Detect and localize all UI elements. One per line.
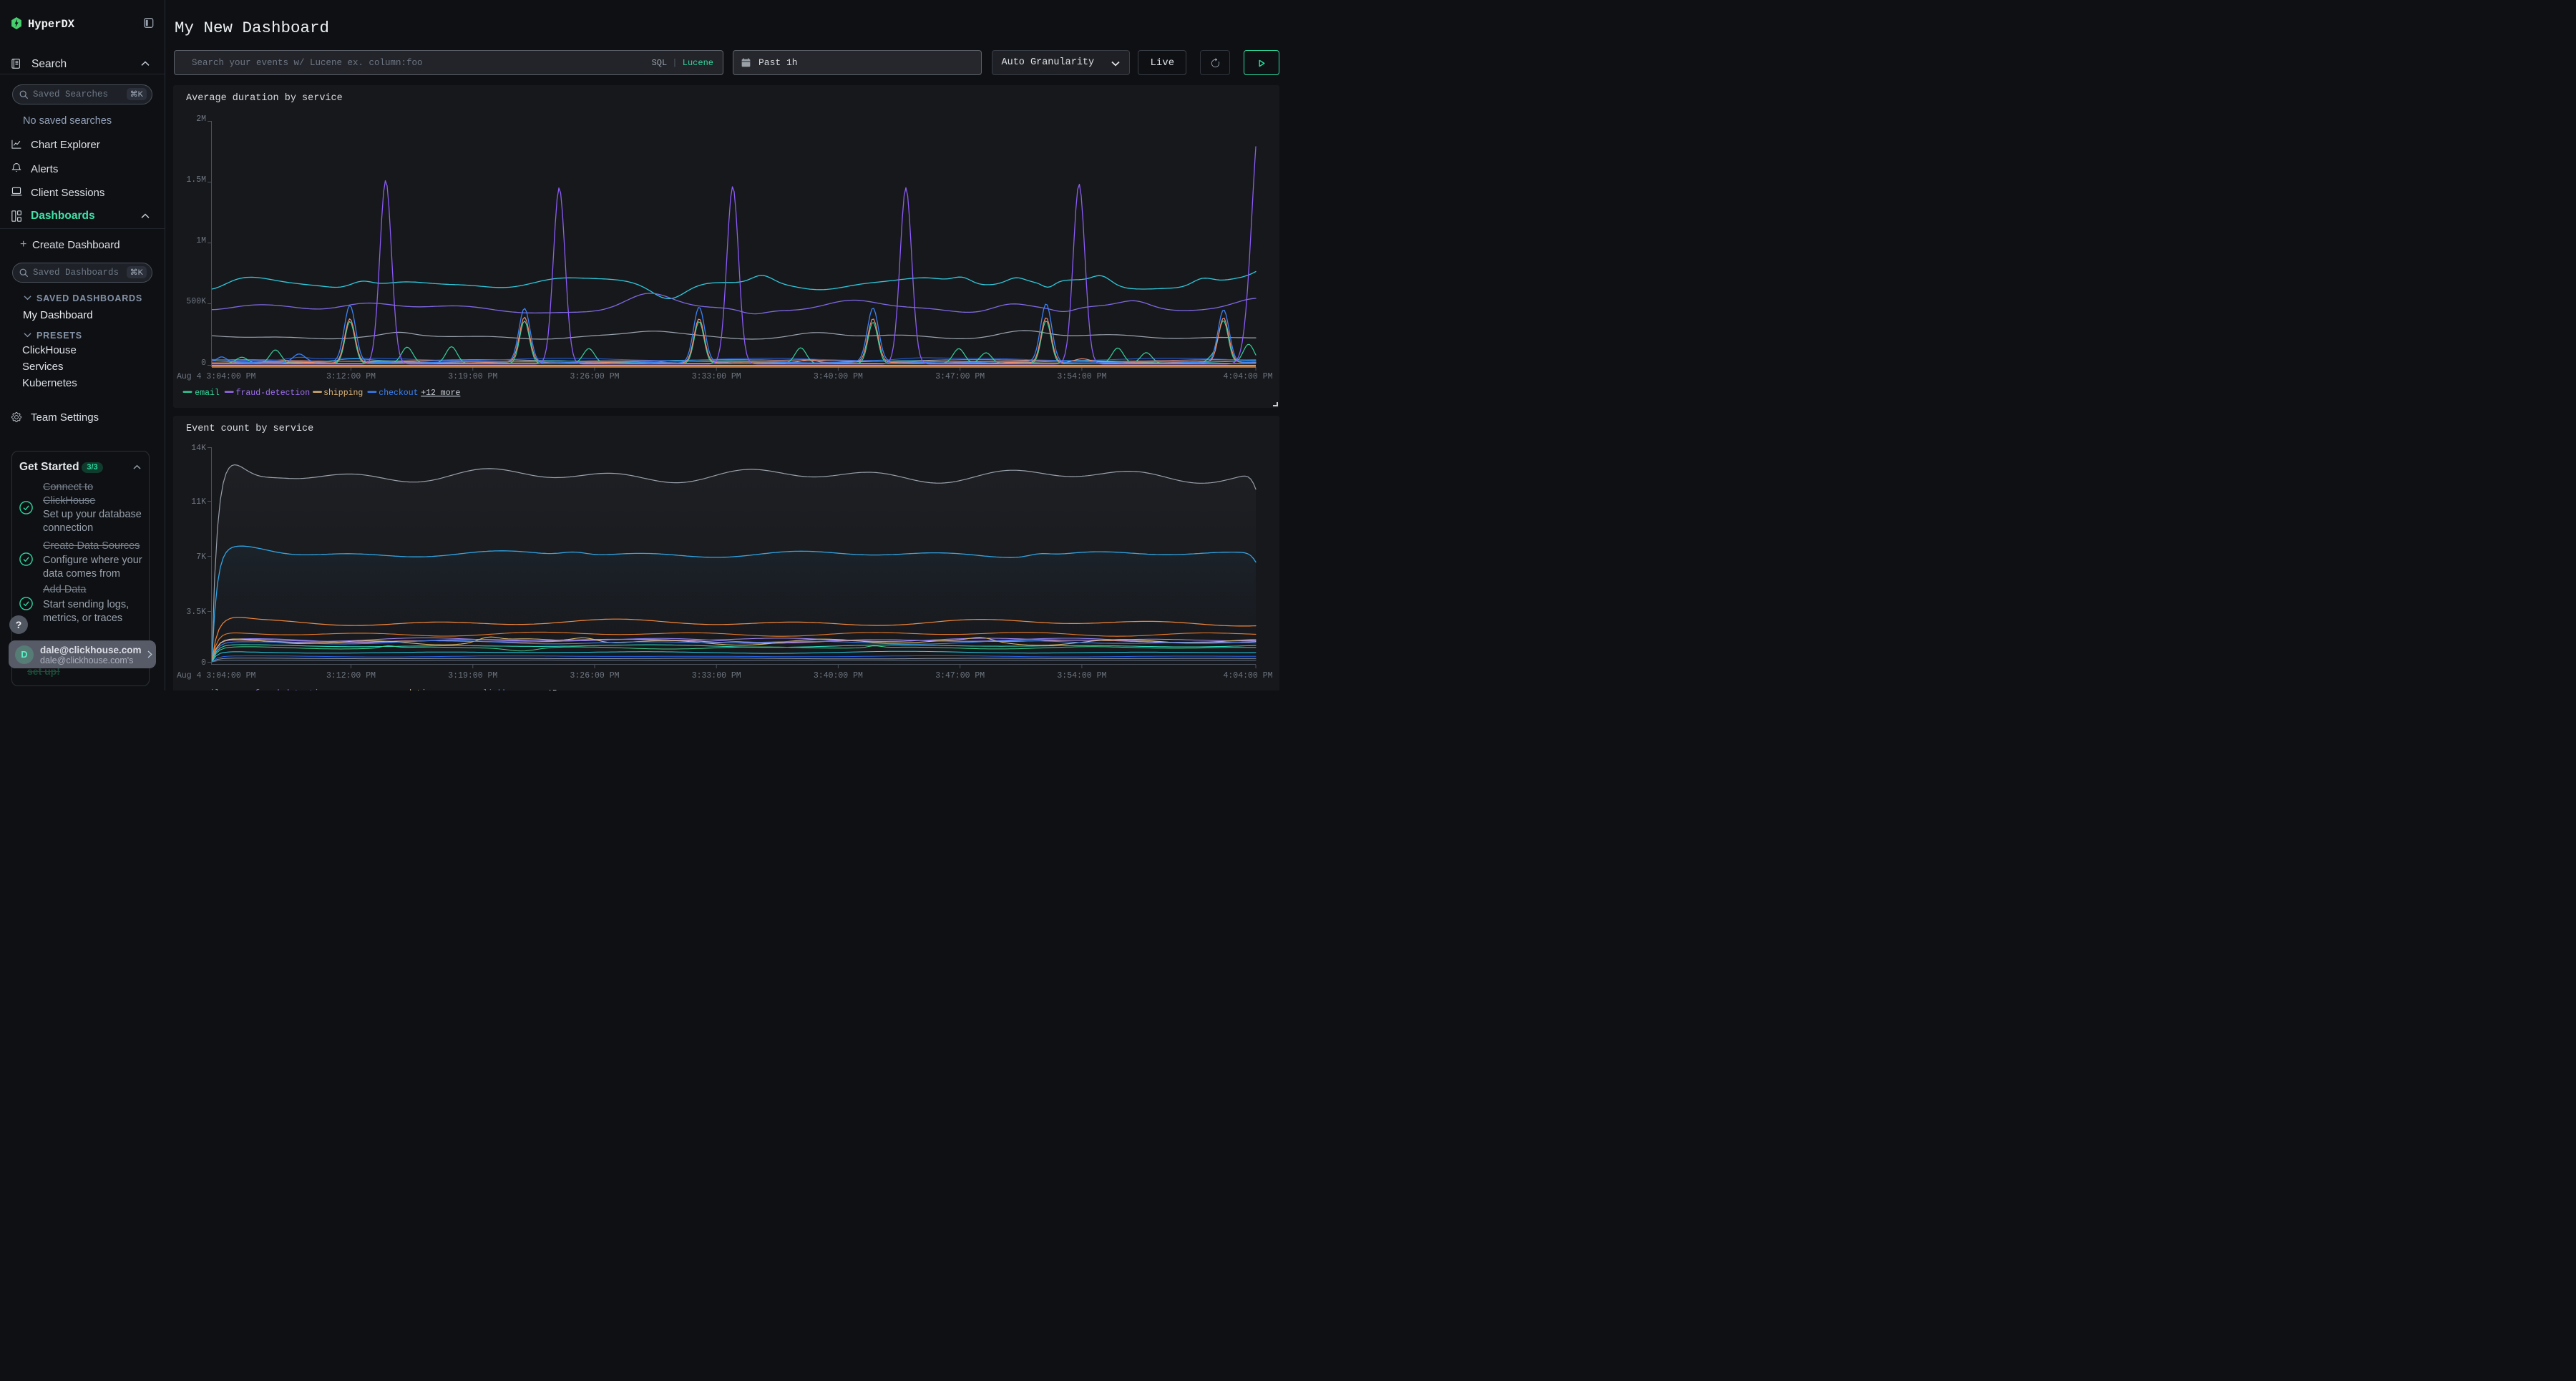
svg-text:3.5K: 3.5K — [186, 607, 206, 617]
svg-text:3:26:00 PM: 3:26:00 PM — [570, 671, 619, 680]
svg-text:1.5M: 1.5M — [186, 175, 206, 185]
svg-text:3:40:00 PM: 3:40:00 PM — [814, 372, 863, 381]
svg-text:3:40:00 PM: 3:40:00 PM — [814, 671, 863, 680]
svg-text:3:12:00 PM: 3:12:00 PM — [326, 372, 376, 381]
svg-text:3:19:00 PM: 3:19:00 PM — [448, 372, 497, 381]
svg-text:0: 0 — [201, 658, 206, 668]
svg-text:+15 more: +15 more — [542, 689, 582, 690]
svg-text:4:04:00 PM: 4:04:00 PM — [1223, 372, 1272, 381]
svg-text:7K: 7K — [196, 552, 206, 562]
svg-text:3:19:00 PM: 3:19:00 PM — [448, 671, 497, 680]
svg-text:3:54:00 PM: 3:54:00 PM — [1057, 372, 1106, 381]
svg-text:3:47:00 PM: 3:47:00 PM — [935, 372, 985, 381]
svg-text:14K: 14K — [191, 444, 206, 453]
svg-text:fraud-detection: fraud-detection — [255, 689, 329, 690]
svg-text:3:47:00 PM: 3:47:00 PM — [935, 671, 985, 680]
svg-text:1M: 1M — [196, 236, 206, 245]
svg-text:Aug 4 3:04:00 PM: Aug 4 3:04:00 PM — [177, 671, 256, 680]
svg-text:shipping: shipping — [323, 389, 363, 398]
svg-text:+12 more: +12 more — [421, 389, 460, 398]
svg-text:checkout: checkout — [379, 389, 418, 398]
svg-text:3:26:00 PM: 3:26:00 PM — [570, 372, 619, 381]
svg-text:fraud-detection: fraud-detection — [236, 389, 311, 398]
svg-text:3:54:00 PM: 3:54:00 PM — [1057, 671, 1106, 680]
svg-text:0: 0 — [201, 358, 206, 368]
svg-text:Aug 4 3:04:00 PM: Aug 4 3:04:00 PM — [177, 372, 256, 381]
svg-text:3:33:00 PM: 3:33:00 PM — [692, 671, 741, 680]
svg-text:recommendation: recommendation — [367, 689, 436, 690]
svg-text:2M: 2M — [196, 114, 206, 124]
svg-text:11K: 11K — [191, 497, 206, 507]
svg-text:4:04:00 PM: 4:04:00 PM — [1223, 671, 1272, 680]
svg-text:email: email — [195, 689, 220, 690]
svg-text:3:33:00 PM: 3:33:00 PM — [692, 372, 741, 381]
svg-text:clickhouse: clickhouse — [478, 689, 527, 690]
svg-text:email: email — [195, 389, 220, 398]
svg-text:500K: 500K — [186, 297, 206, 306]
svg-text:3:12:00 PM: 3:12:00 PM — [326, 671, 376, 680]
